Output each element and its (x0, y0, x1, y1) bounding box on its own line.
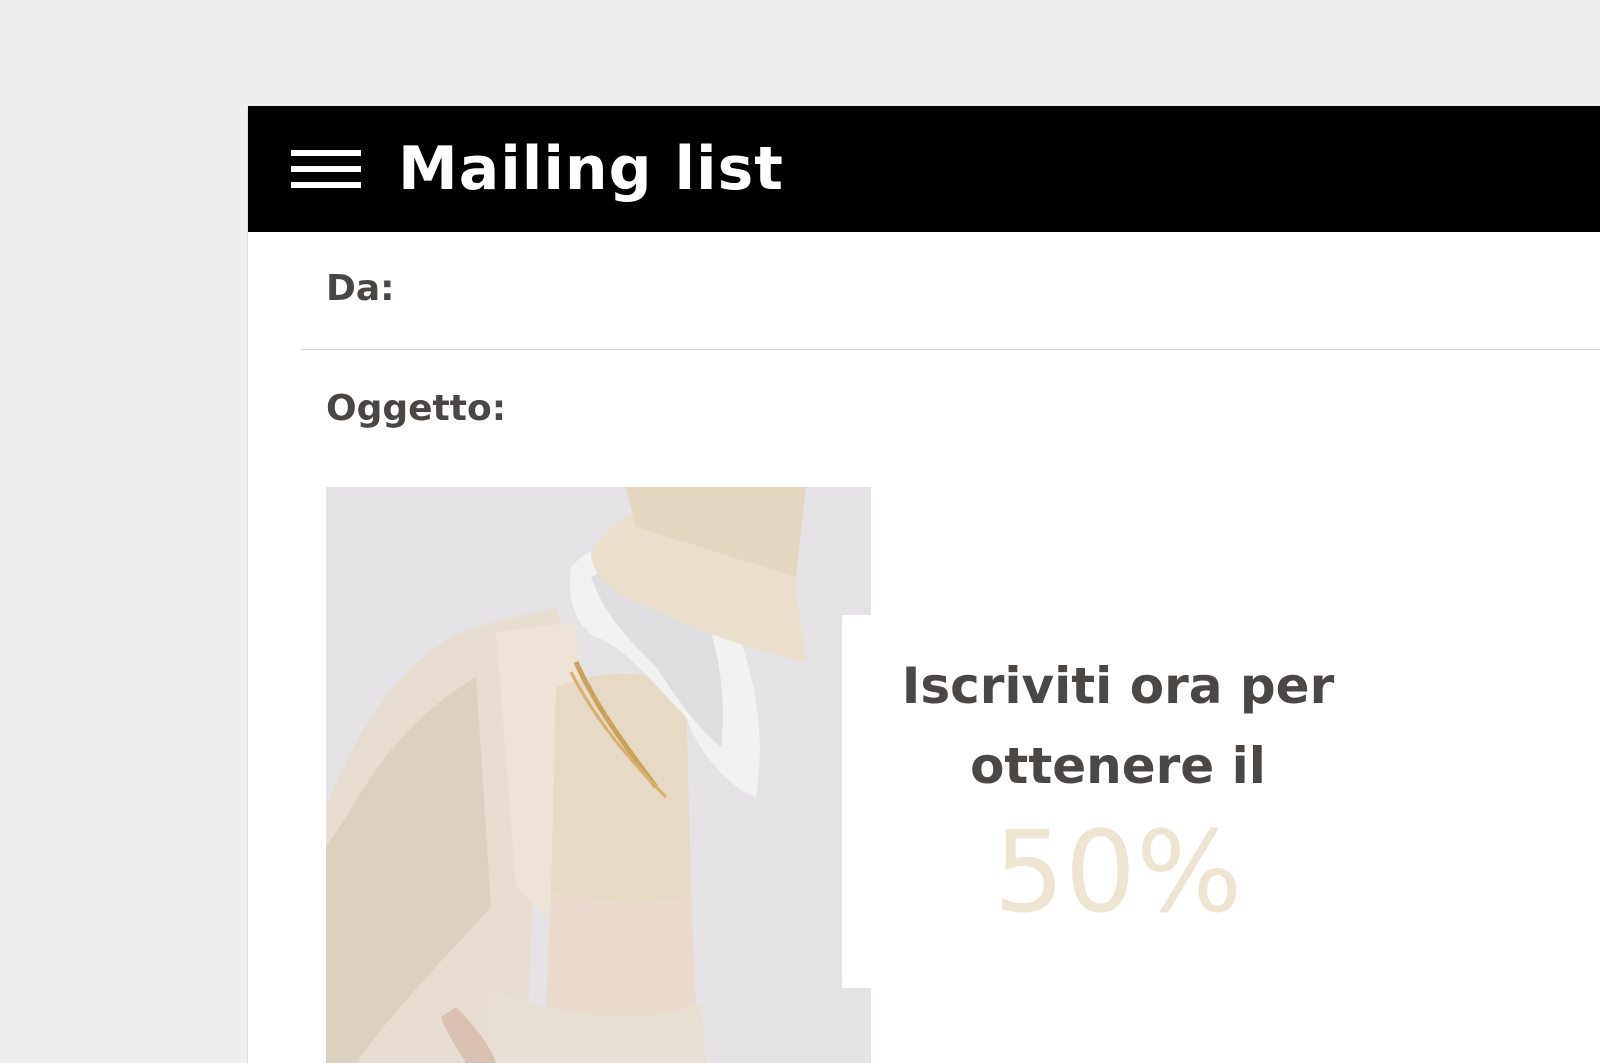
menu-bar-line (291, 182, 361, 188)
email-hero-image (326, 487, 871, 1063)
promo-block: Iscriviti ora per ottenere il 50% (848, 646, 1388, 938)
menu-bar-line (291, 150, 361, 156)
promo-discount-percent: 50% (993, 808, 1243, 938)
email-composer-window: Mailing list Da: Oggetto: Iscriviti ora … (247, 106, 1600, 1063)
from-field-row: Da: (301, 232, 1600, 350)
hamburger-menu-icon[interactable] (291, 144, 361, 194)
promo-line-2: ottenere il (970, 737, 1266, 795)
title-bar: Mailing list (248, 106, 1600, 232)
subject-label: Oggetto: (326, 388, 507, 429)
subject-input[interactable] (551, 370, 1600, 442)
menu-bar-line (291, 166, 361, 172)
fashion-model-illustration (326, 487, 871, 1063)
from-input[interactable] (481, 252, 1600, 324)
from-label: Da: (326, 268, 395, 309)
window-title: Mailing list (398, 134, 784, 204)
subject-field-row: Oggetto: (301, 350, 1600, 460)
promo-line-1: Iscriviti ora per (901, 657, 1335, 715)
